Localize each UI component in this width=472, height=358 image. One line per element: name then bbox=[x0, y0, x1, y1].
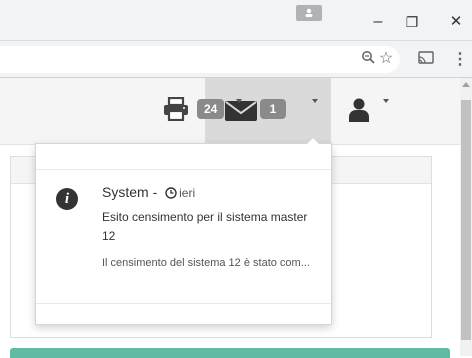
notification-sender: System - bbox=[102, 184, 162, 200]
cast-icon[interactable] bbox=[416, 50, 436, 70]
scroll-thumb[interactable] bbox=[461, 100, 471, 340]
user-caret-icon bbox=[383, 99, 389, 103]
dropdown-arrow-fill bbox=[307, 138, 319, 144]
info-icon: i bbox=[56, 188, 78, 210]
app-header: 1 bbox=[0, 78, 460, 145]
scroll-up-icon[interactable] bbox=[462, 82, 470, 87]
mail-caret-icon bbox=[312, 99, 318, 103]
browser-titlebar: – ❐ ✕ bbox=[0, 0, 472, 40]
green-progress-bar bbox=[10, 348, 450, 358]
notification-title: System - ieri bbox=[102, 184, 195, 200]
user-icon bbox=[349, 98, 369, 122]
maximize-button[interactable]: ❐ bbox=[392, 10, 432, 34]
clock-icon bbox=[165, 187, 177, 199]
notification-time: ieri bbox=[179, 186, 196, 200]
browser-toolbar: ☆ ⋮ bbox=[0, 40, 472, 78]
zoom-icon[interactable] bbox=[358, 49, 378, 69]
bookmark-star-icon[interactable]: ☆ bbox=[376, 49, 396, 69]
user-menu[interactable] bbox=[348, 78, 408, 144]
browser-menu-icon[interactable]: ⋮ bbox=[450, 50, 470, 70]
print-caret-icon bbox=[236, 99, 242, 103]
notification-subject: Esito censimento per il sistema master 1… bbox=[102, 210, 308, 243]
print-badge: 24 bbox=[197, 99, 225, 119]
person-icon bbox=[305, 8, 313, 17]
close-button[interactable]: ✕ bbox=[436, 10, 472, 34]
envelope-icon bbox=[225, 101, 257, 121]
notification-item[interactable]: i System - ieri Esito censimento per il … bbox=[36, 169, 331, 304]
address-field[interactable]: ☆ bbox=[0, 46, 400, 73]
mail-count-badge: 1 bbox=[260, 99, 286, 119]
profile-button[interactable] bbox=[296, 5, 322, 21]
notification-preview: Il censimento del sistema 12 è stato com… bbox=[102, 257, 310, 269]
page-scrollbar[interactable] bbox=[460, 78, 472, 356]
notifications-dropdown: i System - ieri Esito censimento per il … bbox=[35, 137, 332, 325]
printer-icon bbox=[164, 97, 188, 121]
